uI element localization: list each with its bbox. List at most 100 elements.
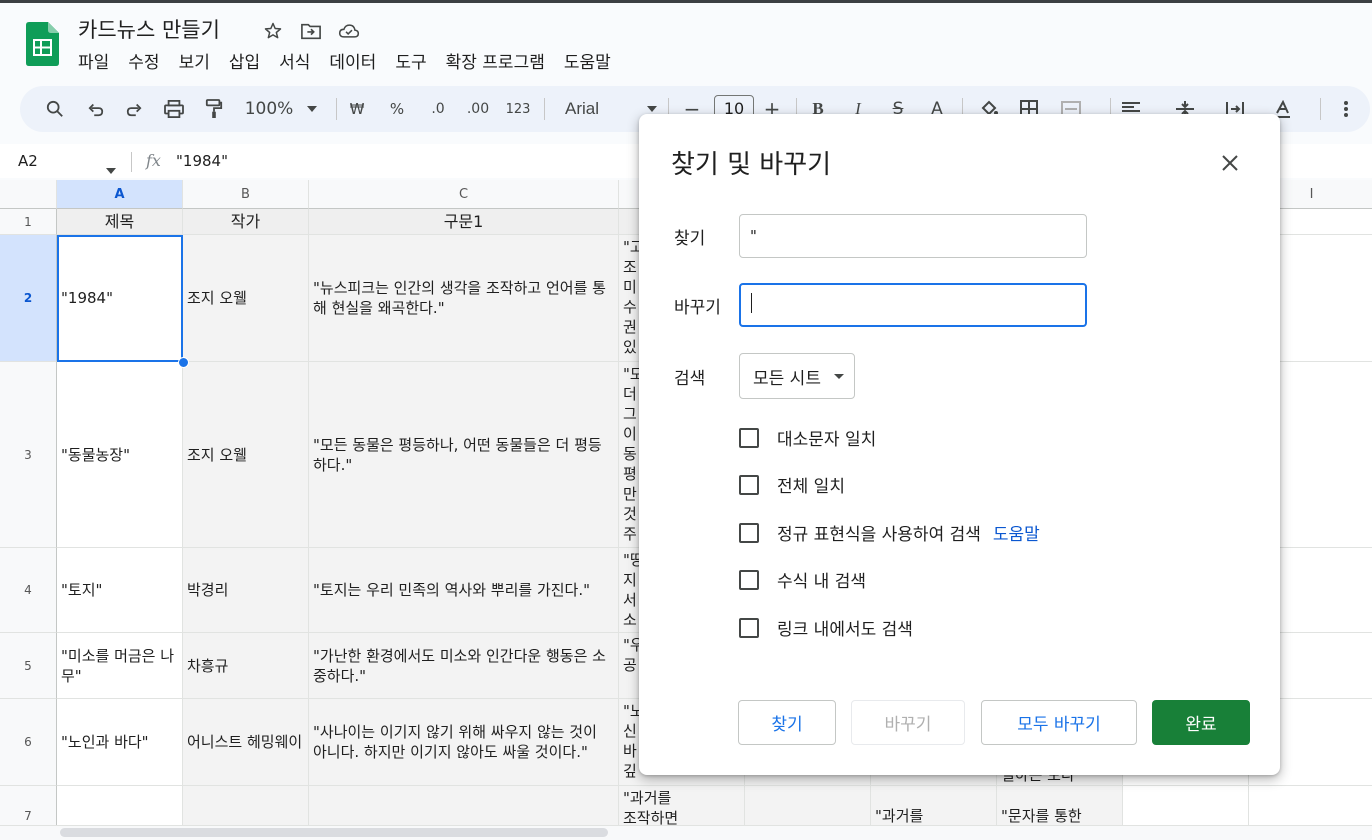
search-links-label: 링크 내에서도 검색 [777, 620, 913, 640]
decrease-decimal-button[interactable]: .0 [424, 86, 452, 132]
regex-checkbox[interactable] [739, 522, 759, 543]
search-links-checkbox[interactable] [739, 617, 759, 638]
regex-help-link[interactable]: 도움말 [993, 520, 1040, 545]
star-icon[interactable] [262, 20, 284, 42]
row-header-1[interactable]: 1 [0, 209, 57, 235]
currency-format-button[interactable]: ₩ [346, 86, 368, 132]
cell-b1[interactable]: 작가 [183, 209, 309, 235]
cell-a7[interactable] [57, 786, 183, 825]
menu-view[interactable]: 보기 [179, 48, 210, 73]
cell-a3[interactable]: "동물농장" [57, 362, 183, 548]
cell-f7[interactable]: "과거를 [871, 786, 997, 825]
find-input[interactable] [739, 214, 1087, 258]
row-header-2[interactable]: 2 [0, 235, 57, 362]
cell-c5[interactable]: "가난한 환경에서도 미소와 인간다운 행동은 소중하다." [309, 633, 619, 699]
column-header-b[interactable]: B [183, 180, 309, 209]
increase-decimal-button[interactable]: .00 [462, 86, 494, 132]
done-button[interactable]: 완료 [1152, 700, 1250, 745]
row-header-6[interactable]: 6 [0, 699, 57, 786]
replace-all-button[interactable]: 모두 바꾸기 [981, 700, 1137, 745]
cell-h7[interactable] [1123, 786, 1249, 825]
sheets-logo-icon[interactable] [26, 22, 59, 66]
match-case-checkbox[interactable] [739, 427, 759, 448]
percent-format-button[interactable]: % [386, 86, 408, 132]
search-scope-label: 검색 [674, 369, 706, 389]
cell-c6[interactable]: "사나이는 이기지 않기 위해 싸우지 않는 것이 아니다. 하지만 이기지 않… [309, 699, 619, 786]
cell-c3[interactable]: "모든 동물은 평등하나, 어떤 동물들은 더 평등하다." [309, 362, 619, 548]
menu-edit[interactable]: 수정 [128, 48, 159, 73]
cell-b2[interactable]: 조지 오웰 [183, 235, 309, 362]
close-icon[interactable] [1217, 150, 1243, 176]
number-format-button[interactable]: 123 [504, 86, 532, 132]
replace-button[interactable]: 바꾸기 [851, 700, 965, 745]
replace-input[interactable] [739, 283, 1087, 327]
search-scope-select[interactable]: 모든 시트 [739, 353, 855, 399]
regex-option[interactable]: 정규 표현식을 사용하여 검색 도움말 [739, 520, 1040, 545]
window-top-border [0, 0, 1372, 3]
regex-label: 정규 표현식을 사용하여 검색 [777, 525, 981, 545]
menu-help[interactable]: 도움말 [564, 48, 611, 73]
toolbar-divider [1320, 98, 1321, 120]
cell-b3[interactable]: 조지 오웰 [183, 362, 309, 548]
cell-a5[interactable]: "미소를 머금은 나무" [57, 633, 183, 699]
fx-icon: fx [146, 151, 161, 170]
toolbar-divider [336, 98, 337, 120]
cell-g7[interactable]: "문자를 통한 [997, 786, 1123, 825]
menu-extensions[interactable]: 확장 프로그램 [446, 48, 545, 73]
formula-input[interactable]: "1984" [176, 152, 228, 170]
paint-format-icon[interactable] [200, 86, 228, 132]
cell-b7[interactable] [183, 786, 309, 825]
row-header-4[interactable]: 4 [0, 548, 57, 633]
match-entire-checkbox[interactable] [739, 474, 759, 495]
search-menus-icon[interactable] [40, 86, 70, 132]
name-box-caret-icon[interactable] [106, 159, 116, 178]
text-cursor [751, 293, 752, 313]
more-options-icon[interactable] [1336, 86, 1356, 132]
menu-file[interactable]: 파일 [78, 48, 109, 73]
cell-c1[interactable]: 구문1 [309, 209, 619, 235]
menu-format[interactable]: 서식 [279, 48, 310, 73]
menu-data[interactable]: 데이터 [329, 48, 376, 73]
cell-b5[interactable]: 차흥규 [183, 633, 309, 699]
replace-label: 바꾸기 [674, 298, 721, 318]
search-links-option[interactable]: 링크 내에서도 검색 [739, 615, 913, 640]
match-case-option[interactable]: 대소문자 일치 [739, 425, 876, 450]
cell-c4[interactable]: "토지는 우리 민족의 역사와 뿌리를 가진다." [309, 548, 619, 633]
cell-d7[interactable]: "과거를 조작하면 [619, 786, 745, 825]
search-formulas-checkbox[interactable] [739, 569, 759, 590]
match-case-label: 대소문자 일치 [777, 430, 877, 450]
select-all-corner[interactable] [0, 180, 57, 209]
horizontal-scrollbar[interactable] [0, 825, 1372, 840]
cell-c2[interactable]: "뉴스피크는 인간의 생각을 조작하고 언어를 통해 현실을 왜곡한다." [309, 235, 619, 362]
name-box[interactable]: A2 [18, 152, 38, 170]
cell-a1[interactable]: 제목 [57, 209, 183, 235]
row-header-7[interactable]: 7 [0, 786, 57, 825]
cell-a4[interactable]: "토지" [57, 548, 183, 633]
match-entire-option[interactable]: 전체 일치 [739, 472, 845, 497]
undo-icon[interactable] [82, 86, 110, 132]
print-icon[interactable] [160, 86, 188, 132]
cell-e7[interactable] [745, 786, 871, 825]
zoom-caret-icon[interactable] [304, 86, 320, 132]
column-header-a[interactable]: A [57, 180, 183, 209]
move-folder-icon[interactable] [300, 20, 322, 42]
document-title[interactable]: 카드뉴스 만들기 [78, 14, 220, 44]
row-header-3[interactable]: 3 [0, 362, 57, 548]
font-select[interactable]: Arial [560, 86, 604, 132]
cloud-saved-icon[interactable] [338, 20, 360, 42]
cell-c7[interactable] [309, 786, 619, 825]
find-button[interactable]: 찾기 [738, 700, 836, 745]
scrollbar-thumb[interactable] [60, 828, 608, 837]
cell-a6[interactable]: "노인과 바다" [57, 699, 183, 786]
menu-insert[interactable]: 삽입 [229, 48, 260, 73]
row-header-5[interactable]: 5 [0, 633, 57, 699]
search-formulas-option[interactable]: 수식 내 검색 [739, 567, 866, 592]
cell-b6[interactable]: 어니스트 헤밍웨이 [183, 699, 309, 786]
column-header-c[interactable]: C [309, 180, 619, 209]
cell-b4[interactable]: 박경리 [183, 548, 309, 633]
cell-i7[interactable] [1249, 786, 1372, 825]
zoom-select[interactable]: 100% [242, 86, 296, 132]
fill-handle[interactable] [178, 357, 189, 368]
menu-tools[interactable]: 도구 [395, 48, 426, 73]
redo-icon[interactable] [120, 86, 148, 132]
